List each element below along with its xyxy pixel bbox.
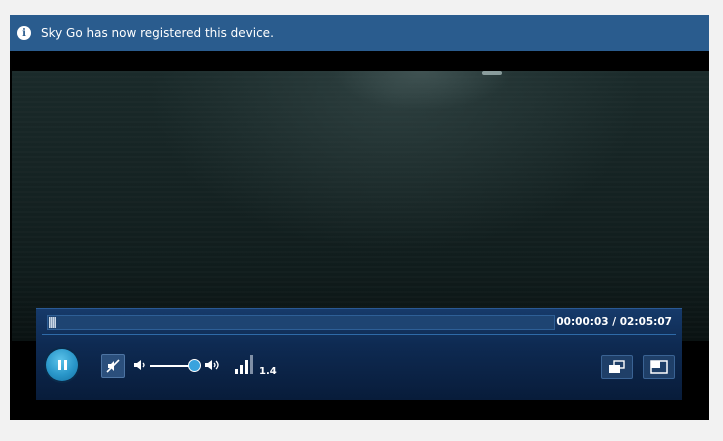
volume-high-icon[interactable] bbox=[204, 358, 222, 372]
swap-screen-icon bbox=[609, 360, 625, 373]
mute-icon bbox=[106, 359, 120, 373]
video-frame[interactable] bbox=[12, 71, 709, 341]
volume-knob[interactable] bbox=[188, 359, 201, 372]
video-scene-glint bbox=[482, 71, 502, 75]
progress-divider bbox=[42, 334, 676, 335]
time-display: 00:00:03 / 02:05:07 bbox=[556, 316, 672, 328]
signal-bars-icon[interactable] bbox=[234, 353, 256, 375]
swap-screen-button[interactable] bbox=[601, 355, 633, 379]
registration-notice: i Sky Go has now registered this device. bbox=[10, 15, 709, 51]
video-scene-hill bbox=[332, 71, 512, 111]
mute-button[interactable] bbox=[101, 354, 125, 378]
popout-window-icon bbox=[650, 360, 668, 374]
pause-icon bbox=[57, 360, 67, 370]
bitrate-value: 1.4 bbox=[259, 366, 277, 377]
volume-low-icon[interactable] bbox=[133, 358, 147, 372]
notice-message: Sky Go has now registered this device. bbox=[41, 26, 274, 40]
progress-bar[interactable] bbox=[47, 315, 555, 330]
info-icon: i bbox=[17, 26, 31, 40]
popout-button[interactable] bbox=[643, 355, 675, 379]
progress-handle[interactable] bbox=[49, 317, 56, 328]
pause-button[interactable] bbox=[46, 349, 78, 381]
video-player[interactable]: 00:00:03 / 02:05:07 1.4 bbox=[10, 51, 709, 420]
player-controls: 00:00:03 / 02:05:07 1.4 bbox=[36, 308, 682, 400]
